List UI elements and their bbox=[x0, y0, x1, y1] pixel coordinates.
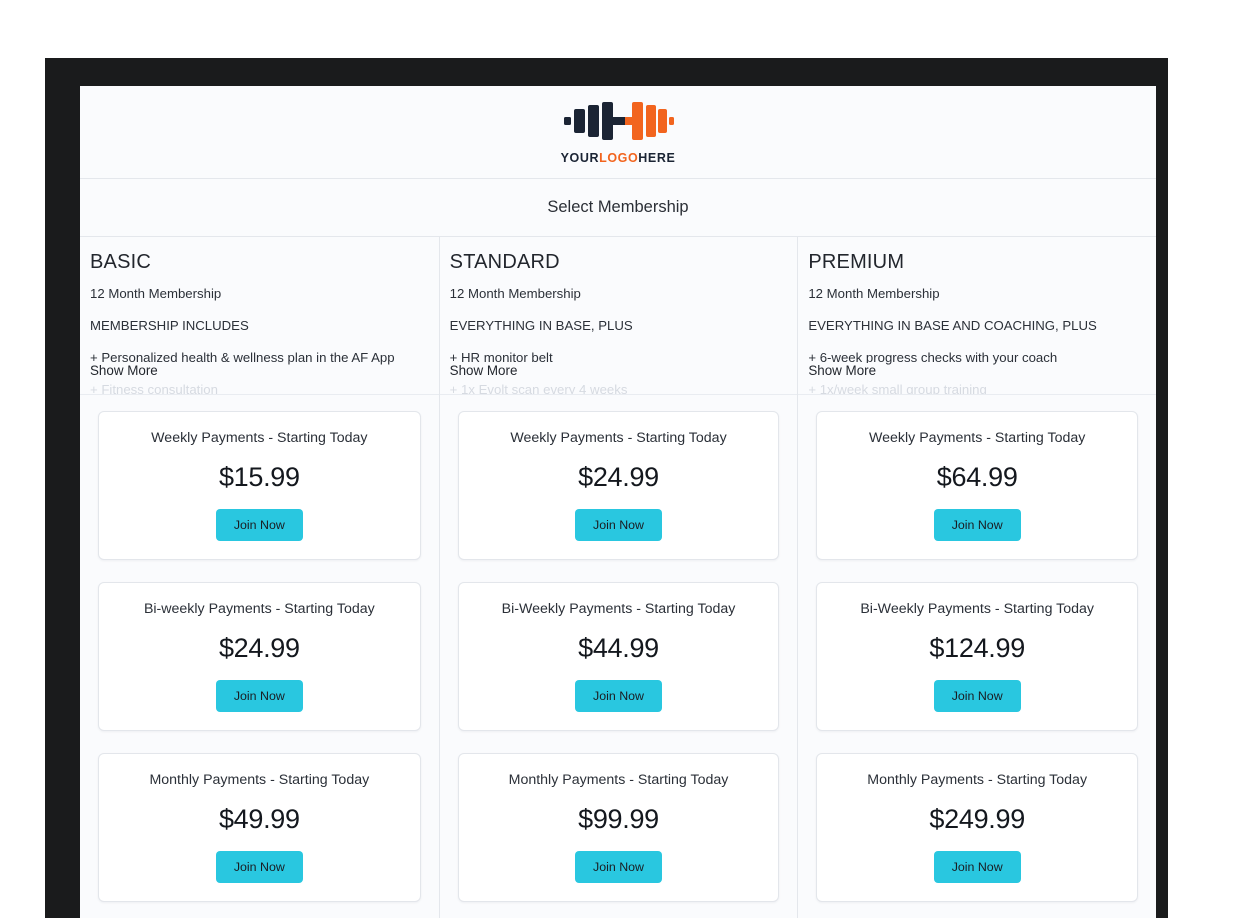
logo-text-logo: LOGO bbox=[599, 150, 639, 165]
logo-text-your: YOUR bbox=[560, 150, 600, 165]
payment-label: Weekly Payments - Starting Today bbox=[510, 430, 727, 446]
device-frame: YOURLOGOHERE Select Membership BASIC 12 … bbox=[45, 58, 1168, 918]
payment-card-weekly-premium[interactable]: Weekly Payments - Starting Today $64.99 … bbox=[816, 411, 1139, 560]
join-now-button[interactable]: Join Now bbox=[933, 680, 1021, 712]
payment-cards-premium: Weekly Payments - Starting Today $64.99 … bbox=[798, 395, 1156, 902]
payment-price: $99.99 bbox=[578, 804, 659, 834]
brand-logo: YOURLOGOHERE bbox=[561, 100, 676, 165]
payment-price: $24.99 bbox=[218, 633, 300, 663]
plan-columns: BASIC 12 Month Membership MEMBERSHIP INC… bbox=[80, 237, 1156, 918]
payment-price: $64.99 bbox=[936, 462, 1018, 492]
plan-description-premium: PREMIUM 12 Month Membership EVERYTHING I… bbox=[798, 237, 1156, 395]
plan-description-standard: STANDARD 12 Month Membership EVERYTHING … bbox=[439, 237, 798, 395]
plan-description-basic: BASIC 12 Month Membership MEMBERSHIP INC… bbox=[80, 237, 439, 395]
payment-card-monthly-premium[interactable]: Monthly Payments - Starting Today $249.9… bbox=[816, 753, 1139, 902]
select-membership-title: Select Membership bbox=[547, 198, 689, 216]
payment-label: Weekly Payments - Starting Today bbox=[151, 430, 368, 446]
plan-feature-faded-basic: + Fitness consultation bbox=[90, 381, 218, 395]
plan-term-standard: 12 Month Membership bbox=[449, 286, 581, 301]
plan-includes-header-basic: MEMBERSHIP INCLUDES bbox=[90, 317, 249, 333]
plan-column-premium: PREMIUM 12 Month Membership EVERYTHING I… bbox=[797, 237, 1156, 918]
payment-price: $249.99 bbox=[929, 804, 1025, 834]
join-now-button[interactable]: Join Now bbox=[933, 509, 1021, 541]
payment-label: Bi-Weekly Payments - Starting Today bbox=[860, 601, 1095, 617]
select-membership-bar: Select Membership bbox=[80, 179, 1156, 237]
payment-label: Bi-weekly Payments - Starting Today bbox=[143, 601, 375, 617]
logo-text-here: HERE bbox=[638, 150, 676, 165]
plan-title-standard: STANDARD bbox=[449, 251, 560, 273]
payment-cards-basic: Weekly Payments - Starting Today $15.99 … bbox=[80, 395, 439, 902]
payment-price: $49.99 bbox=[218, 804, 300, 834]
payment-cards-standard: Weekly Payments - Starting Today $24.99 … bbox=[440, 395, 798, 902]
plan-includes-header-premium: EVERYTHING IN BASE AND COACHING, PLUS bbox=[808, 317, 1097, 333]
payment-price: $24.99 bbox=[578, 462, 659, 492]
payment-card-weekly-standard[interactable]: Weekly Payments - Starting Today $24.99 … bbox=[457, 411, 780, 560]
payment-card-weekly-basic[interactable]: Weekly Payments - Starting Today $15.99 … bbox=[98, 411, 421, 560]
join-now-button[interactable]: Join Now bbox=[575, 680, 662, 712]
plan-title-basic: BASIC bbox=[90, 251, 152, 273]
payment-card-monthly-standard[interactable]: Monthly Payments - Starting Today $99.99… bbox=[457, 753, 780, 902]
payment-price: $124.99 bbox=[929, 633, 1025, 663]
plan-feature-faded-standard: + 1x Evolt scan every 4 weeks bbox=[449, 381, 628, 395]
payment-card-monthly-basic[interactable]: Monthly Payments - Starting Today $49.99… bbox=[98, 753, 421, 902]
join-now-button[interactable]: Join Now bbox=[215, 680, 303, 712]
payment-price: $44.99 bbox=[578, 633, 659, 663]
show-more-premium[interactable]: Show More bbox=[808, 363, 877, 378]
join-now-button[interactable]: Join Now bbox=[575, 851, 662, 883]
plan-column-basic: BASIC 12 Month Membership MEMBERSHIP INC… bbox=[80, 237, 439, 918]
payment-label: Monthly Payments - Starting Today bbox=[867, 772, 1088, 788]
payment-card-biweekly-basic[interactable]: Bi-weekly Payments - Starting Today $24.… bbox=[98, 582, 421, 731]
plan-title-premium: PREMIUM bbox=[808, 251, 905, 273]
payment-label: Weekly Payments - Starting Today bbox=[869, 430, 1086, 446]
plan-includes-header-standard: EVERYTHING IN BASE, PLUS bbox=[449, 317, 633, 333]
payment-card-biweekly-standard[interactable]: Bi-Weekly Payments - Starting Today $44.… bbox=[457, 582, 780, 731]
payment-label: Monthly Payments - Starting Today bbox=[149, 772, 370, 788]
join-now-button[interactable]: Join Now bbox=[933, 851, 1021, 883]
join-now-button[interactable]: Join Now bbox=[215, 851, 303, 883]
payment-label: Bi-Weekly Payments - Starting Today bbox=[501, 601, 736, 617]
brand-logo-text: YOURLOGOHERE bbox=[561, 151, 676, 165]
logo-header: YOURLOGOHERE bbox=[80, 86, 1156, 179]
payment-card-biweekly-premium[interactable]: Bi-Weekly Payments - Starting Today $124… bbox=[816, 582, 1139, 731]
payment-price: $15.99 bbox=[218, 462, 300, 492]
payment-label: Monthly Payments - Starting Today bbox=[508, 772, 729, 788]
plan-feature-faded-premium: + 1x/week small group training bbox=[808, 381, 987, 395]
join-now-button[interactable]: Join Now bbox=[215, 509, 303, 541]
plan-term-premium: 12 Month Membership bbox=[808, 286, 940, 301]
show-more-basic[interactable]: Show More bbox=[90, 363, 158, 378]
barbell-icon bbox=[562, 100, 674, 147]
join-now-button[interactable]: Join Now bbox=[575, 509, 662, 541]
show-more-standard[interactable]: Show More bbox=[449, 363, 518, 378]
plan-column-standard: STANDARD 12 Month Membership EVERYTHING … bbox=[438, 237, 798, 918]
plan-term-basic: 12 Month Membership bbox=[90, 286, 222, 301]
membership-panel: YOURLOGOHERE Select Membership BASIC 12 … bbox=[80, 86, 1156, 918]
